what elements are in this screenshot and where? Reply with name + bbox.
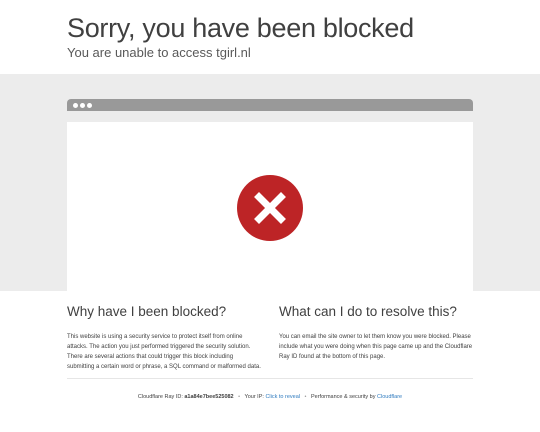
footer-divider (67, 378, 473, 379)
resolve-section: What can I do to resolve this? You can e… (279, 304, 474, 362)
window-dot-icon (73, 103, 78, 108)
why-blocked-heading: Why have I been blocked? (67, 304, 227, 319)
resolve-text: You can email the site owner to let them… (279, 334, 473, 360)
ray-id-value: a1a84e7bee525082 (184, 394, 234, 400)
resolve-heading: What can I do to resolve this? (279, 304, 457, 319)
window-dot-icon (87, 103, 92, 108)
why-blocked-text: This website is using a security service… (67, 334, 261, 370)
footer-separator: • (304, 394, 307, 400)
error-x-icon (237, 175, 303, 241)
performance-label: Performance & security by (310, 394, 376, 400)
reveal-ip-link[interactable]: Click to reveal (265, 394, 300, 400)
ip-label: Your IP: (244, 394, 264, 400)
footer: Cloudflare Ray ID: a1a84e7bee525082 • Yo… (0, 394, 540, 400)
page-title: Sorry, you have been blocked (67, 13, 414, 43)
page-subtitle: You are unable to access tgirl.nl (67, 45, 251, 60)
window-dot-icon (80, 103, 85, 108)
ray-id-label: Cloudflare Ray ID: (137, 394, 183, 400)
page-header: Sorry, you have been blocked You are una… (0, 0, 540, 74)
browser-window-bar (67, 99, 473, 111)
cloudflare-link[interactable]: Cloudflare (377, 394, 402, 400)
why-blocked-section: Why have I been blocked? This website is… (67, 304, 262, 372)
footer-separator: • (238, 394, 241, 400)
